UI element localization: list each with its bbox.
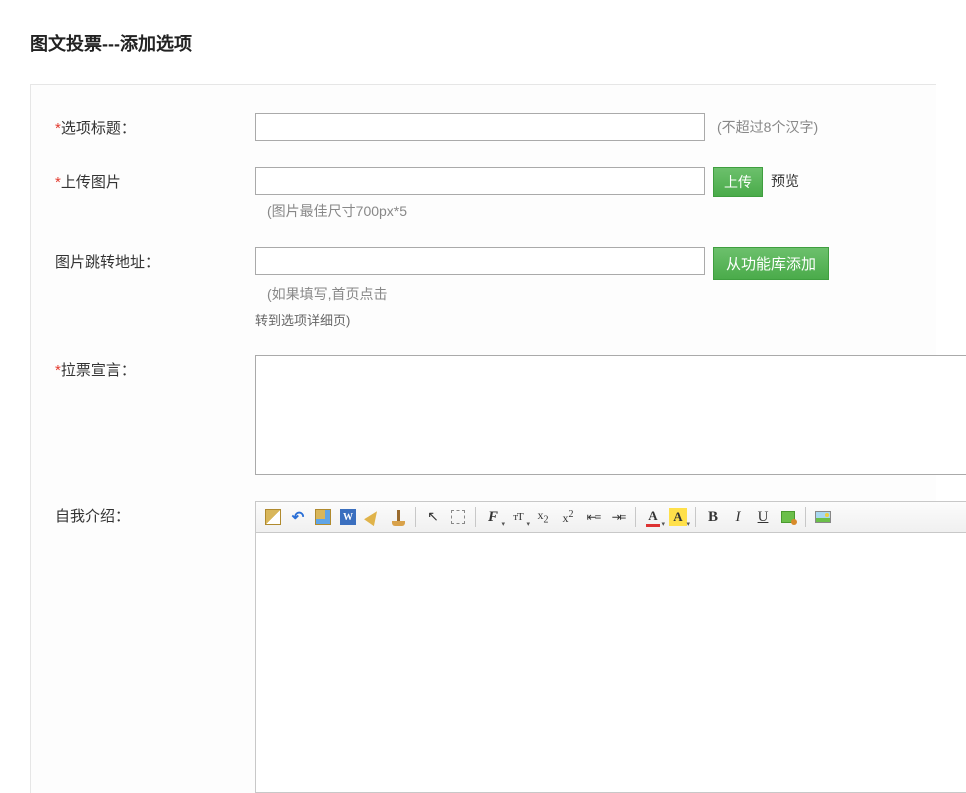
insert-image-icon[interactable] <box>812 506 834 528</box>
indent-icon[interactable]: ⇥≡ <box>607 506 629 528</box>
label-upload-image: *上传图片 <box>55 167 255 192</box>
toolbar-separator <box>415 507 416 527</box>
label-slogan: *拉票宣言： <box>55 355 255 380</box>
font-color-icon[interactable]: A▾ <box>642 506 664 528</box>
row-slogan: *拉票宣言： <box>55 355 936 475</box>
paste-icon[interactable] <box>262 506 284 528</box>
add-from-library-button[interactable]: 从功能库添加 <box>713 247 829 280</box>
upload-image-hint: (图片最佳尺寸700px*5 <box>267 197 407 221</box>
toolbar-separator <box>475 507 476 527</box>
image-link-input[interactable] <box>255 247 705 275</box>
font-family-icon[interactable]: F▾ <box>482 506 504 528</box>
upload-image-input[interactable] <box>255 167 705 195</box>
outdent-icon[interactable]: ⇤≡ <box>582 506 604 528</box>
image-link-hint-below: 转到选项详细页) <box>255 310 936 329</box>
row-self-intro: 自我介绍： ↶ W ↖ F▾ <box>55 501 936 793</box>
label-image-link: 图片跳转地址： <box>55 247 255 272</box>
toolbar-separator <box>805 507 806 527</box>
italic-icon[interactable]: I <box>727 506 749 528</box>
font-size-icon[interactable]: тT▾ <box>507 506 529 528</box>
toolbar-separator <box>695 507 696 527</box>
cursor-icon[interactable]: ↖ <box>422 506 444 528</box>
insert-html-icon[interactable] <box>777 506 799 528</box>
subscript-icon[interactable]: x2 <box>532 506 554 528</box>
image-link-hint-right: (如果填写,首页点击 <box>267 280 388 304</box>
bg-color-icon[interactable]: A▾ <box>667 506 689 528</box>
preview-link[interactable]: 预览 <box>771 167 799 191</box>
bold-icon[interactable]: B <box>702 506 724 528</box>
row-upload-image: *上传图片 上传 预览 (图片最佳尺寸700px*5 <box>55 167 936 221</box>
row-image-link: 图片跳转地址： 从功能库添加 (如果填写,首页点击 转到选项详细页) <box>55 247 936 329</box>
option-title-input[interactable] <box>255 113 705 141</box>
paste-format-icon[interactable] <box>312 506 334 528</box>
toolbar-separator <box>635 507 636 527</box>
page-title: 图文投票---添加选项 <box>30 30 936 56</box>
format-paint-icon[interactable] <box>362 506 384 528</box>
clear-format-icon[interactable] <box>387 506 409 528</box>
option-title-hint: (不超过8个汉字) <box>717 113 818 137</box>
label-option-title: *选项标题： <box>55 113 255 138</box>
undo-icon[interactable]: ↶ <box>287 506 309 528</box>
label-self-intro: 自我介绍： <box>55 501 255 526</box>
form-panel: *选项标题： (不超过8个汉字) *上传图片 上传 预览 (图片最佳尺寸700p… <box>30 84 936 793</box>
paste-word-icon[interactable]: W <box>337 506 359 528</box>
editor-toolbar: ↶ W ↖ F▾ тT▾ x2 x2 ⇤≡ ⇥≡ <box>255 501 966 533</box>
rich-text-editor: ↶ W ↖ F▾ тT▾ x2 x2 ⇤≡ ⇥≡ <box>255 501 966 793</box>
row-option-title: *选项标题： (不超过8个汉字) <box>55 113 936 141</box>
editor-body[interactable] <box>255 533 966 793</box>
slogan-textarea[interactable] <box>255 355 966 475</box>
superscript-icon[interactable]: x2 <box>557 506 579 528</box>
select-all-icon[interactable] <box>447 506 469 528</box>
underline-icon[interactable]: U <box>752 506 774 528</box>
upload-button[interactable]: 上传 <box>713 167 763 197</box>
